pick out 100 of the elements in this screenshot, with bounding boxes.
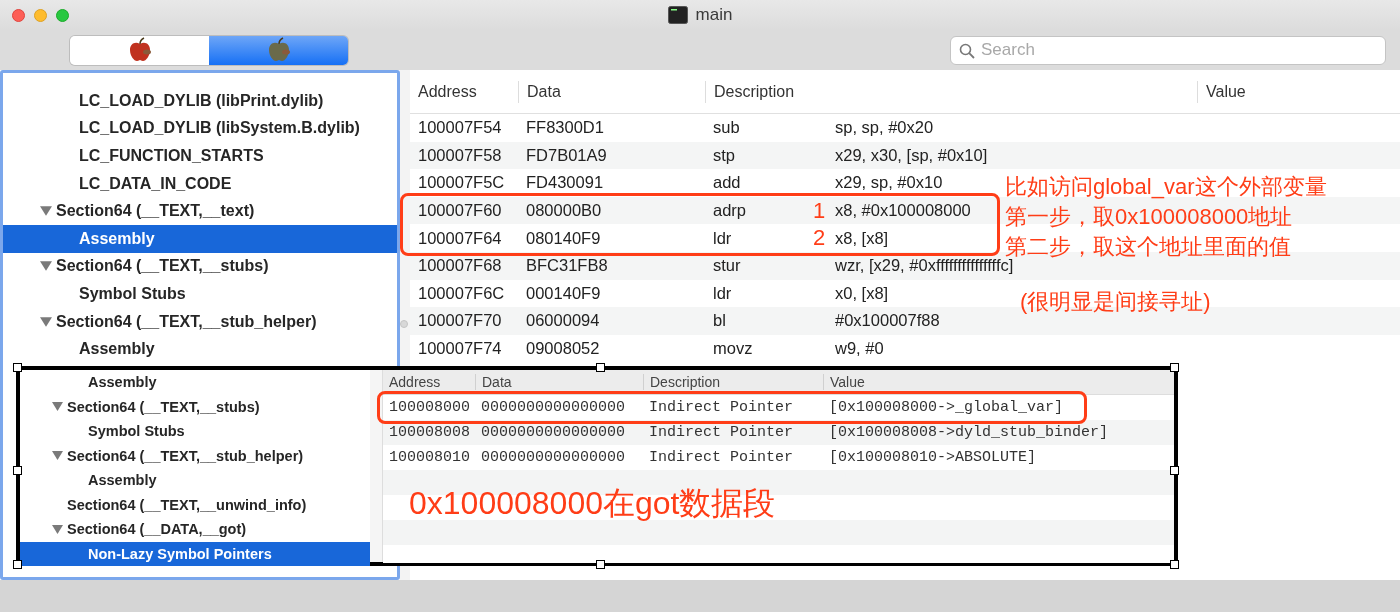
step-number: 2 <box>813 225 826 251</box>
close-button[interactable] <box>12 8 25 22</box>
tree-item[interactable]: Assembly <box>79 340 155 359</box>
operands-cell: wzr, [x29, #0xfffffffffffffffc] <box>835 256 1014 276</box>
data-cell-text: FF8300D1 <box>525 118 605 138</box>
mnemonic-cell-text: bl <box>713 311 727 331</box>
address-cell-text: 100007F6C <box>417 283 506 303</box>
tree-item[interactable]: Symbol Stubs <box>88 423 185 440</box>
annotation-caption: 0x100008000在got数据段 <box>409 484 776 523</box>
selection-handle[interactable] <box>13 363 22 372</box>
operands-cell: sp, sp, #0x20 <box>835 118 934 138</box>
step-number: 1 <box>813 197 826 223</box>
tree-item[interactable]: LC_LOAD_DYLIB (libPrint.dylib) <box>79 91 324 110</box>
address-cell-text: 100007F58 <box>417 145 503 165</box>
column-header[interactable]: Data <box>475 374 643 390</box>
search-icon <box>959 42 975 59</box>
selection-handle[interactable] <box>596 363 605 372</box>
column-header[interactable]: Address <box>383 374 475 390</box>
data-cell-text: 0000000000000000 <box>480 424 627 441</box>
address-cell-text: 100007F74 <box>417 339 503 359</box>
address-cell-text: 100007F70 <box>417 311 503 331</box>
tree-item[interactable]: LC_DATA_IN_CODE <box>79 174 232 193</box>
disclosure-triangle-icon[interactable] <box>52 450 63 462</box>
annotation-note: 第一步，取0x100008000地址 <box>1005 203 1294 231</box>
mnemonic-cell-text: add <box>713 173 742 193</box>
address-cell-text: 100007F68 <box>417 256 503 276</box>
description-cell-text: Indirect Pointer <box>648 449 795 466</box>
mnemonic-cell-text: adrp <box>713 201 748 221</box>
value-cell-text: [0x100008000->_global_var] <box>828 399 1064 416</box>
operands-cell: x8, #0x100008000 <box>835 201 971 221</box>
column-header[interactable]: Address <box>410 80 518 103</box>
mnemonic-cell-text: ldr <box>713 228 733 248</box>
column-header[interactable]: Description <box>705 80 1197 103</box>
description-cell-text: Indirect Pointer <box>648 399 795 416</box>
data-cell-text: 000140F9 <box>525 283 602 303</box>
tree-item[interactable]: Section64 (__TEXT,__stub_helper) <box>67 447 304 464</box>
operands-cell: #0x100007f88 <box>835 311 940 331</box>
selection-handle[interactable] <box>13 560 22 569</box>
data-cell-text: 0000000000000000 <box>480 449 627 466</box>
address-cell-text: 100007F64 <box>417 228 503 248</box>
data-cell-text: 0000000000000000 <box>480 399 627 416</box>
zoom-button[interactable] <box>56 8 69 22</box>
column-header[interactable]: Value <box>1197 80 1400 103</box>
address-cell-text: 100008010 <box>388 449 471 466</box>
description-cell-text: Indirect Pointer <box>648 424 795 441</box>
data-cell-text: 09008052 <box>525 339 601 359</box>
disclosure-triangle-icon[interactable] <box>52 523 63 535</box>
data-cell-text: BFC31FB8 <box>525 256 609 276</box>
mnemonic-cell-text: stp <box>713 145 736 165</box>
operands-cell: x0, [x8] <box>835 283 889 303</box>
view-segment[interactable] <box>209 35 348 65</box>
selection-handle[interactable] <box>596 560 605 569</box>
split-handle-icon[interactable] <box>400 320 408 328</box>
tree-item[interactable]: Assembly <box>88 374 157 391</box>
view-segment[interactable] <box>70 35 209 65</box>
tree-item[interactable]: Section64 (__TEXT,__stubs) <box>56 257 269 276</box>
disclosure-triangle-icon[interactable] <box>52 401 63 413</box>
address-cell-text: 100008008 <box>388 424 471 441</box>
column-header[interactable]: Value <box>823 374 1174 390</box>
address-cell-text: 100007F5C <box>417 173 506 193</box>
disclosure-triangle-icon[interactable] <box>40 315 52 328</box>
tree-item[interactable]: Section64 (__DATA,__got) <box>67 521 247 538</box>
tree-item[interactable]: Assembly <box>88 472 157 489</box>
disclosure-triangle-icon[interactable] <box>40 260 52 273</box>
search-field[interactable]: Search <box>950 35 1386 65</box>
operands-cell: w9, #0 <box>835 339 884 359</box>
column-header[interactable]: Data <box>518 80 705 103</box>
data-cell-text: 080000B0 <box>525 201 603 221</box>
window-title: main <box>695 5 733 25</box>
tree-item[interactable]: Symbol Stubs <box>79 284 186 303</box>
tree-item[interactable]: Assembly <box>79 229 155 248</box>
selection-handle[interactable] <box>1170 560 1179 569</box>
selection-handle[interactable] <box>13 466 22 475</box>
selection-handle[interactable] <box>1170 466 1179 475</box>
mnemonic-cell-text: ldr <box>713 283 733 303</box>
terminal-icon <box>667 6 688 24</box>
selection-handle[interactable] <box>1170 363 1179 372</box>
disclosure-triangle-icon[interactable] <box>40 205 52 218</box>
data-cell-text: 06000094 <box>525 311 601 331</box>
tree-item[interactable]: Section64 (__TEXT,__unwind_info) <box>67 496 307 513</box>
data-cell-text: 080140F9 <box>525 228 602 248</box>
tree-item[interactable]: Section64 (__TEXT,__stubs) <box>67 398 260 415</box>
value-cell-text: [0x100008008->dyld_stub_binder] <box>828 424 1109 441</box>
operands-cell: x29, sp, #0x10 <box>835 173 943 193</box>
annotation-note: 第二步，取这个地址里面的值 <box>1005 233 1292 259</box>
address-cell-text: 100008000 <box>388 399 471 416</box>
annotation-note: 比如访问global_var这个外部变量 <box>1005 173 1327 201</box>
tree-item[interactable]: Section64 (__TEXT,__text) <box>56 202 255 221</box>
tree-item[interactable]: LC_FUNCTION_STARTS <box>79 147 264 165</box>
data-cell-text: FD430091 <box>525 173 605 193</box>
operands-cell: x8, [x8] <box>835 228 889 248</box>
annotation-note: (很明显是间接寻址) <box>1020 288 1211 316</box>
mnemonic-cell-text: movz <box>713 339 754 359</box>
address-cell-text: 100007F60 <box>417 201 503 221</box>
address-cell-text: 100007F54 <box>417 118 503 138</box>
column-header[interactable]: Description <box>643 374 823 390</box>
tree-item[interactable]: Section64 (__TEXT,__stub_helper) <box>56 312 317 331</box>
tree-item[interactable]: LC_LOAD_DYLIB (libSystem.B.dylib) <box>79 119 360 138</box>
data-cell-text: FD7B01A9 <box>525 145 608 165</box>
value-cell-text: [0x100008010->ABSOLUTE] <box>828 449 1037 466</box>
